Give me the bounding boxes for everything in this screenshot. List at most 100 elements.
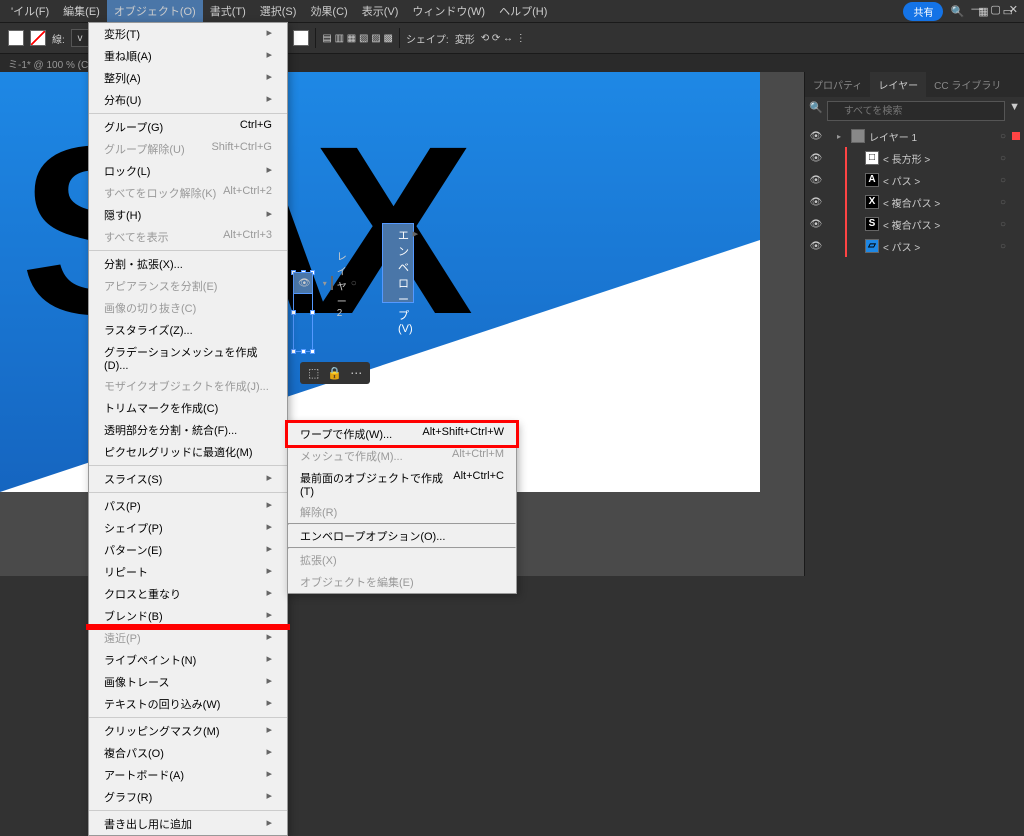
menu-item[interactable]: グラデーションメッシュを作成(D)... [89, 341, 287, 375]
menubar: 'イル(F) 編集(E) オブジェクト(O) 書式(T) 選択(S) 効果(C)… [0, 0, 1024, 22]
menu-item[interactable]: 分布(U) [89, 89, 287, 111]
menu-item[interactable]: 画像の切り抜き(C) [89, 297, 287, 319]
shape-label[interactable]: シェイプ: [406, 31, 449, 46]
visibility-icon[interactable]: 👁 [298, 278, 311, 289]
menu-item[interactable]: パターン(E) [89, 539, 287, 561]
menu-item[interactable]: シェイプ(P) [89, 517, 287, 539]
menu-item[interactable]: ピクセルグリッドに最適化(M) [89, 441, 287, 463]
minimize-button[interactable]: — [971, 3, 982, 16]
filter-icon[interactable]: ▼ [1009, 101, 1020, 121]
visibility-icon[interactable]: 👁 [809, 175, 823, 186]
menu-item[interactable]: グループ(G)Ctrl+G [89, 116, 287, 138]
search-icon: 🔍 [809, 101, 823, 121]
menu-item[interactable]: 透明部分を分割・統合(F)... [89, 419, 287, 441]
submenu-item[interactable]: ワープで作成(W)...Alt+Shift+Ctrl+W [288, 423, 516, 445]
menu-item[interactable]: 複合パス(O) [89, 742, 287, 764]
share-button[interactable]: 共有 [903, 2, 943, 21]
menu-item[interactable]: エンベロープ(V) [382, 223, 414, 303]
menu-item[interactable]: トリムマークを作成(C) [89, 397, 287, 419]
menu-item[interactable]: 変形(T) [89, 23, 287, 45]
menu-item[interactable]: ラスタライズ(Z)... [89, 319, 287, 341]
close-button[interactable]: ✕ [1009, 3, 1018, 16]
layer-search-input[interactable] [827, 101, 1005, 121]
visibility-icon[interactable]: 👁 [809, 153, 823, 164]
target-icon[interactable]: ○ [351, 278, 357, 289]
menu-item[interactable]: 重ね順(A) [89, 45, 287, 67]
target-icon[interactable]: ○ [1000, 241, 1006, 252]
menu-item[interactable]: モザイクオブジェクトを作成(J)... [89, 375, 287, 397]
menu-item[interactable]: 書き出し用に追加 [89, 813, 287, 835]
menu-type[interactable]: 書式(T) [203, 0, 253, 22]
layers-list: 👁▸レイヤー 1○👁▾レイヤー 2○👁□< 長方形 >○👁A< パス >○👁X<… [805, 125, 1024, 257]
transform-label[interactable]: 変形 [455, 31, 475, 46]
menu-item[interactable]: グラフ(R) [89, 786, 287, 808]
layer-row[interactable]: 👁□< 長方形 >○ [805, 147, 1024, 169]
submenu-item[interactable]: 最前面のオブジェクトで作成(T)Alt+Ctrl+C [288, 467, 516, 501]
menu-item[interactable]: アピアランスを分割(E) [89, 275, 287, 297]
menu-item[interactable]: テキストの回り込み(W) [89, 693, 287, 715]
menu-effect[interactable]: 効果(C) [303, 0, 354, 22]
menu-item[interactable]: 分割・拡張(X)... [89, 253, 287, 275]
menu-item[interactable]: スライス(S) [89, 468, 287, 490]
tab-properties[interactable]: プロパティ [805, 72, 870, 97]
target-icon[interactable]: ○ [1000, 153, 1006, 164]
visibility-icon[interactable]: 👁 [809, 197, 823, 208]
submenu-item[interactable]: 解除(R) [288, 501, 516, 523]
submenu-item[interactable]: メッシュで作成(M)...Alt+Ctrl+M [288, 445, 516, 467]
menu-item[interactable]: 整列(A) [89, 67, 287, 89]
stroke-label: 線: [52, 31, 65, 46]
visibility-icon[interactable]: 👁 [809, 131, 823, 142]
menu-item[interactable]: クリッピングマスク(M) [89, 720, 287, 742]
fill-swatch[interactable] [8, 30, 24, 46]
visibility-icon[interactable]: 👁 [809, 241, 823, 252]
context-toolbar[interactable]: ⬚🔒⋯ [300, 362, 370, 384]
menu-item[interactable]: リピート [89, 561, 287, 583]
menu-item[interactable]: グループ解除(U)Shift+Ctrl+G [89, 138, 287, 160]
menu-item[interactable]: すべてを表示Alt+Ctrl+3 [89, 226, 287, 248]
menu-help[interactable]: ヘルプ(H) [492, 0, 554, 22]
window-controls: — ▢ ✕ [971, 3, 1018, 16]
menu-item[interactable]: すべてをロック解除(K)Alt+Ctrl+2 [89, 182, 287, 204]
submenu-item[interactable]: オブジェクトを編集(E) [288, 571, 516, 593]
tab-cc[interactable]: CC ライブラリ [926, 72, 1009, 97]
menu-select[interactable]: 選択(S) [253, 0, 304, 22]
menu-object[interactable]: オブジェクト(O) [107, 0, 203, 22]
stroke-swatch[interactable] [30, 30, 46, 46]
menu-file[interactable]: 'イル(F) [4, 0, 56, 22]
menu-item[interactable]: ライブペイント(N) [89, 649, 287, 671]
layer-row[interactable]: 👁▾レイヤー 2○ [293, 272, 313, 294]
object-menu: 変形(T)重ね順(A)整列(A)分布(U) グループ(G)Ctrl+Gグループ解除… [88, 22, 288, 836]
menu-item[interactable]: 画像トレース [89, 671, 287, 693]
align-icons[interactable]: ▤ ▥ ▦ ▧ ▨ ▩ [322, 33, 393, 44]
target-icon[interactable]: ○ [1000, 131, 1006, 142]
search-icon[interactable]: 🔍 [943, 5, 971, 18]
envelope-submenu: ワープで作成(W)...Alt+Shift+Ctrl+Wメッシュで作成(M)..… [287, 422, 517, 594]
target-icon[interactable]: ○ [1000, 175, 1006, 186]
style-swatch[interactable] [293, 30, 309, 46]
visibility-icon[interactable]: 👁 [809, 219, 823, 230]
layer-row[interactable]: 👁▱< パス >○ [805, 235, 1024, 257]
panels: プロパティ レイヤー CC ライブラリ 🔍 ▼ 👁▸レイヤー 1○👁▾レイヤー … [804, 72, 1024, 576]
menu-item[interactable]: パス(P) [89, 495, 287, 517]
target-icon[interactable]: ○ [1000, 197, 1006, 208]
panel-tabs: プロパティ レイヤー CC ライブラリ [805, 72, 1024, 97]
layer-row[interactable]: 👁X< 複合パス >○ [805, 191, 1024, 213]
tab-layers[interactable]: レイヤー [870, 72, 926, 97]
menu-item[interactable]: クロスと重なり [89, 583, 287, 605]
layer-row[interactable]: 👁▸レイヤー 1○ [805, 125, 1024, 147]
menu-item[interactable]: アートボード(A) [89, 764, 287, 786]
menu-item[interactable]: 隠す(H) [89, 204, 287, 226]
layer-row[interactable]: 👁S< 複合パス >○ [805, 213, 1024, 235]
submenu-item[interactable]: エンベロープオプション(O)... [288, 525, 516, 547]
layer-row[interactable]: 👁A< パス >○ [805, 169, 1024, 191]
maximize-button[interactable]: ▢ [990, 3, 1000, 16]
target-icon[interactable]: ○ [1000, 219, 1006, 230]
transform-icons[interactable]: ⟲ ⟳ ↔ ⋮ [481, 33, 526, 44]
menu-window[interactable]: ウィンドウ(W) [405, 0, 492, 22]
menu-item[interactable]: 遠近(P) [89, 627, 287, 649]
submenu-item[interactable]: 拡張(X) [288, 549, 516, 571]
menu-view[interactable]: 表示(V) [355, 0, 406, 22]
menu-item[interactable]: ロック(L) [89, 160, 287, 182]
menu-edit[interactable]: 編集(E) [56, 0, 107, 22]
layer-search: 🔍 ▼ [805, 97, 1024, 125]
